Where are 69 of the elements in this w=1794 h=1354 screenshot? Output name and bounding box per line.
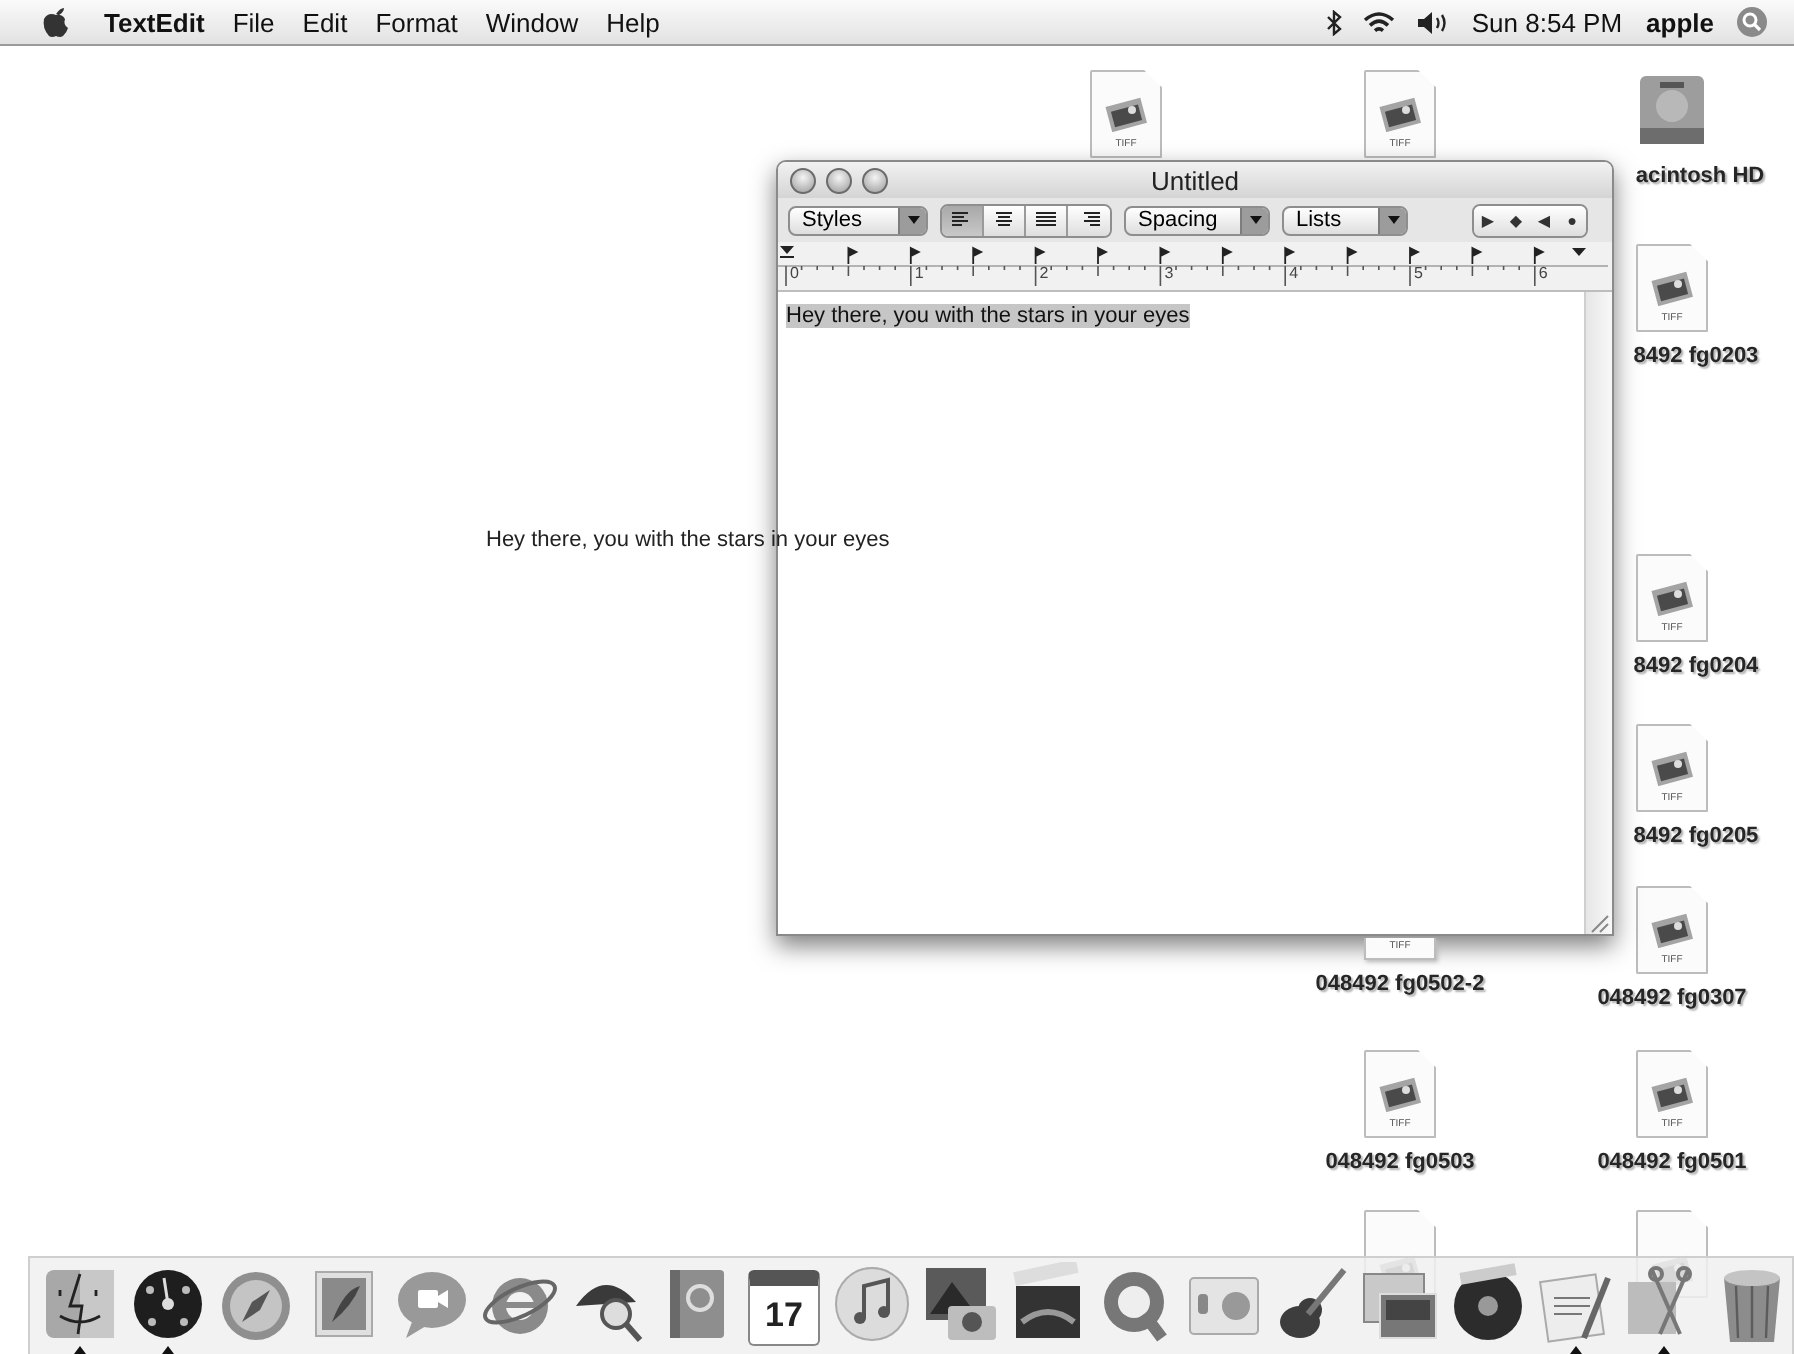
image-thumbnail-icon — [1650, 1076, 1694, 1112]
file-name[interactable]: 048492 fg0502-2 — [1315, 972, 1485, 996]
image-thumbnail-icon — [1650, 580, 1694, 616]
file-name[interactable]: 8492 fg0203 — [1633, 344, 1759, 368]
spacing-dropdown[interactable]: Spacing — [1124, 205, 1270, 235]
ruler-number: 2 — [1039, 264, 1049, 282]
document-text: Hey there, you with the stars in your eyes — [786, 304, 1190, 328]
menu-item[interactable]: Format — [361, 7, 472, 37]
ruler-number: 6 — [1538, 264, 1548, 282]
app-menu[interactable]: TextEdit — [90, 7, 219, 37]
film-disc-icon[interactable] — [1448, 1262, 1528, 1346]
photo-camera-icon[interactable] — [920, 1262, 1000, 1346]
tab-stop-control[interactable]: ▶ ◆ ◀ ● — [1472, 203, 1588, 237]
music-note-icon[interactable] — [832, 1262, 912, 1346]
caret-icon — [1387, 216, 1399, 224]
align-icon — [994, 212, 1014, 228]
align-icon — [1079, 212, 1099, 228]
tab-stop-button[interactable]: ◆ — [1502, 205, 1530, 235]
volume-icon[interactable] — [1415, 9, 1450, 35]
window-title: Untitled — [1150, 165, 1240, 195]
caret-icon — [1249, 216, 1261, 224]
alignment-button[interactable] — [1068, 205, 1110, 235]
file-name[interactable]: 8492 fg0205 — [1633, 824, 1759, 848]
alignment-control[interactable] — [940, 203, 1112, 237]
image-thumbnail-icon — [1378, 96, 1422, 132]
file-name[interactable]: 048492 fg0501 — [1597, 1150, 1747, 1174]
bluetooth-icon[interactable] — [1325, 9, 1342, 35]
image-thumbnail-icon — [1650, 912, 1694, 948]
caret-icon — [907, 216, 919, 224]
ruler-number: 1 — [914, 264, 924, 282]
file-name[interactable]: acintosh HD — [1635, 164, 1765, 188]
styles-dropdown[interactable]: Styles — [788, 205, 928, 235]
file-name[interactable]: 048492 fg0307 — [1597, 986, 1747, 1010]
ruler-drawing[interactable] — [778, 242, 1608, 288]
align-icon — [952, 212, 972, 228]
search-icon[interactable] — [1736, 6, 1768, 38]
tab-stop-button[interactable]: ● — [1558, 205, 1586, 235]
ruler-number: 3 — [1164, 264, 1174, 282]
menu-clock[interactable]: Sun 8:54 PM — [1459, 7, 1635, 37]
image-thumbnail-icon — [1650, 750, 1694, 786]
image-thumbnail-icon — [1104, 96, 1148, 132]
dragged-text: Hey there, you with the stars in your eyes — [486, 528, 890, 552]
menu-item[interactable]: Help — [592, 7, 674, 37]
minimize-button[interactable] — [826, 167, 852, 193]
image-thumbnail-icon — [1650, 270, 1694, 306]
file-name[interactable]: 8492 fg0204 — [1633, 654, 1759, 678]
menu-item[interactable]: File — [218, 7, 289, 37]
ruler-number: 0 — [790, 264, 799, 282]
close-button[interactable] — [790, 167, 816, 193]
calendar-date: 17 — [765, 1295, 803, 1335]
image-thumbnail-icon — [1378, 1076, 1422, 1112]
ruler-number: 4 — [1289, 264, 1299, 282]
tab-stop-button[interactable]: ◀ — [1530, 205, 1558, 235]
tab-stop-button[interactable]: ▶ — [1474, 205, 1502, 235]
wifi-icon[interactable] — [1361, 9, 1396, 35]
apple-logo-icon[interactable] — [42, 6, 70, 38]
alignment-button[interactable] — [984, 205, 1026, 235]
alignment-button[interactable] — [942, 205, 984, 235]
menu-item[interactable]: Edit — [288, 7, 362, 37]
lists-dropdown[interactable]: Lists — [1282, 205, 1408, 235]
calendar-icon[interactable]: 17 — [748, 1270, 820, 1346]
ruler-number: 5 — [1414, 264, 1423, 282]
zoom-button[interactable] — [862, 167, 888, 193]
file-name[interactable]: 048492 fg0503 — [1325, 1150, 1475, 1174]
align-icon — [1036, 212, 1056, 228]
menu-item[interactable]: Window — [471, 7, 593, 37]
user-name[interactable]: apple — [1634, 7, 1726, 37]
resize-grip-icon[interactable] — [1586, 910, 1610, 934]
alignment-button[interactable] — [1026, 205, 1068, 235]
